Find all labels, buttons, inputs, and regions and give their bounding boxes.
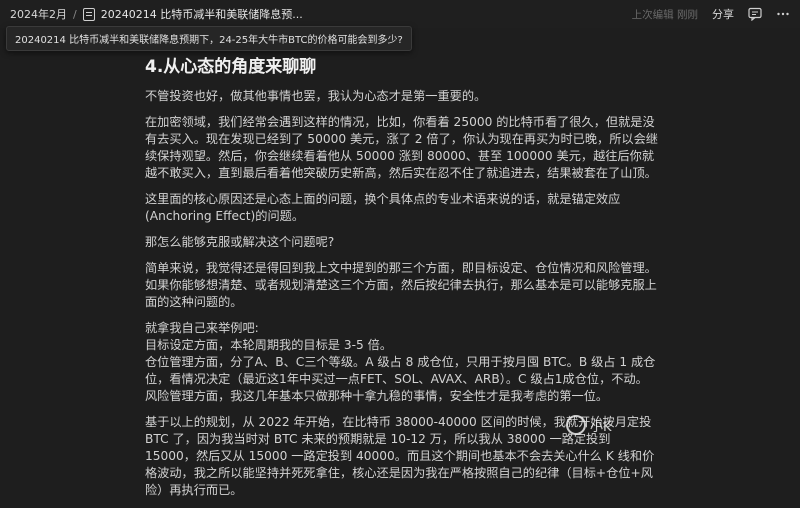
- paragraph: 在加密领域，我们经常会遇到这样的情况，比如，你看着 25000 的比特币看了很久…: [145, 115, 658, 180]
- breadcrumb-root[interactable]: 2024年2月: [10, 6, 67, 22]
- watermark-logo-icon: [566, 415, 586, 435]
- paragraph: 不管投资也好，做其他事情也罢，我认为心态才是第一重要的。: [145, 89, 487, 103]
- breadcrumb-document[interactable]: 20240214 比特币减半和美联储降息预...: [101, 6, 303, 22]
- example-line: 仓位管理方面，分了A、B、C三个等级。A 级占 8 成仓位，只用于按月囤 BTC…: [145, 355, 656, 386]
- watermark-text: 小K: [590, 419, 612, 435]
- toolbar-right: 上次编辑 刚刚 分享: [632, 0, 790, 28]
- example-line: 目标设定方面，本轮周期我的目标是 3-5 倍。: [145, 338, 393, 352]
- document-icon: [82, 7, 95, 21]
- last-edited-status: 上次编辑 刚刚: [631, 8, 698, 21]
- example-block: 就拿我自己来举例吧: 目标设定方面，本轮周期我的目标是 3-5 倍。 仓位管理方…: [145, 320, 665, 405]
- top-bar: 2024年2月 / 20240214 比特币减半和美联储降息预... 上次编辑 …: [0, 0, 800, 28]
- paragraph: 简单来说，我觉得还是得回到我上文中提到的那三个方面，即目标设定、仓位情况和风险管…: [145, 261, 657, 309]
- article-body: 4.从心态的角度来聊聊 不管投资也好，做其他事情也罢，我认为心态才是第一重要的。…: [145, 56, 665, 508]
- more-options-icon[interactable]: [776, 7, 790, 21]
- breadcrumb-separator: /: [73, 7, 77, 21]
- paragraph: 那怎么能够克服或解决这个问题呢?: [145, 235, 335, 249]
- comment-icon[interactable]: [748, 7, 762, 21]
- example-line: 就拿我自己来举例吧:: [145, 321, 259, 335]
- paragraph: 这里面的核心原因还是心态上面的问题，换个具体点的专业术语来说的话，就是锚定效应(…: [145, 192, 621, 223]
- watermark: 小K: [566, 415, 612, 435]
- example-line: 风险管理方面，我这几年基本只做那种十拿九稳的事情，安全性才是我考虑的第一位。: [145, 389, 609, 403]
- document-title-tooltip: 20240214 比特币减半和美联储降息预期下，24-25年大牛市BTC的价格可…: [6, 26, 412, 51]
- section-heading: 4.从心态的角度来聊聊: [145, 57, 317, 77]
- share-button[interactable]: 分享: [712, 6, 734, 22]
